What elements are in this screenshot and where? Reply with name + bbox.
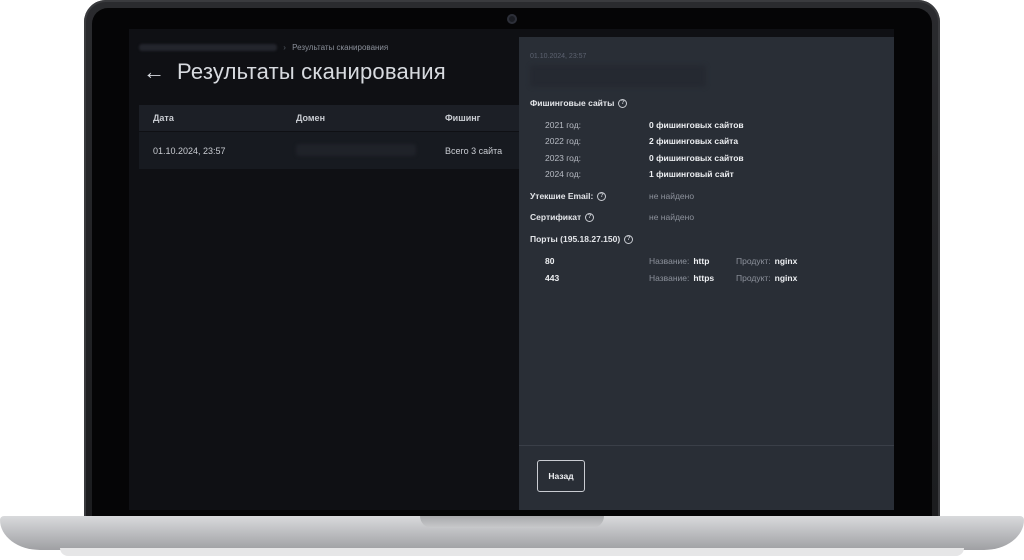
port-name-value: https	[693, 273, 715, 283]
breadcrumb-hidden-path[interactable]	[139, 44, 277, 52]
year-label: 2023 год:	[545, 153, 582, 163]
phishing-title-text: Фишинговые сайты	[530, 98, 615, 108]
year-value: 0 фишинговых сайтов	[649, 120, 744, 130]
details-panel: 01.10.2024, 23:57 Фишинговые сайты ? 202…	[519, 37, 894, 510]
column-header-domain: Домен	[296, 113, 325, 123]
details-date: 01.10.2024, 23:57	[530, 53, 587, 60]
laptop-base-notch	[420, 516, 604, 528]
question-circle-icon[interactable]: ?	[624, 234, 634, 244]
page-title: Результаты сканирования	[177, 59, 446, 84]
details-domain-redacted	[530, 65, 706, 87]
page-header: ← Результаты сканирования	[143, 59, 446, 85]
port-product-label: Продукт:	[736, 256, 771, 266]
breadcrumb: › Результаты сканирования	[139, 43, 388, 52]
port-number: 443	[545, 273, 560, 283]
port-name: Название: https	[649, 273, 714, 283]
question-circle-icon[interactable]: ?	[618, 98, 628, 108]
column-header-date: Дата	[153, 113, 174, 123]
app-screen: › Результаты сканирования ← Результаты с…	[129, 29, 894, 510]
table-row[interactable]: 01.10.2024, 23:57 Всего 3 сайта	[139, 131, 519, 169]
port-product-value: nginx	[774, 256, 798, 266]
port-number: 80	[545, 256, 555, 266]
leaked-emails-text: Утекшие Email:	[530, 191, 594, 201]
year-label: 2022 год:	[545, 136, 582, 146]
arrow-left-icon[interactable]: ←	[143, 61, 165, 83]
year-value: 0 фишинговых сайтов	[649, 153, 744, 163]
year-label: 2024 год:	[545, 169, 582, 179]
port-product-label: Продукт:	[736, 273, 771, 283]
footer-divider	[519, 445, 894, 446]
cell-domain	[280, 143, 429, 158]
question-circle-icon[interactable]: ?	[585, 212, 595, 222]
question-circle-icon[interactable]: ?	[597, 191, 607, 201]
year-value: 1 фишинговый сайт	[649, 169, 734, 179]
port-name-label: Название:	[649, 256, 690, 266]
certificate-label: Сертификат ?	[530, 212, 595, 222]
port-name: Название: http	[649, 256, 709, 266]
ports-title-text: Порты (195.18.27.150)	[530, 234, 621, 244]
year-label: 2021 год:	[545, 120, 582, 130]
results-pane: › Результаты сканирования ← Результаты с…	[129, 29, 519, 510]
certificate-value: не найдено	[649, 212, 695, 222]
port-product-value: nginx	[774, 273, 798, 283]
leaked-emails-label: Утекшие Email: ?	[530, 191, 607, 201]
camera	[507, 14, 517, 24]
back-button[interactable]: Назад	[537, 460, 585, 492]
breadcrumb-current: Результаты сканирования	[292, 43, 389, 52]
leaked-emails-value: не найдено	[649, 191, 695, 201]
port-name-value: http	[693, 256, 710, 266]
domain-redacted	[296, 143, 416, 156]
port-name-label: Название:	[649, 273, 690, 283]
year-value: 2 фишинговых сайта	[649, 136, 739, 146]
cell-phishing: Всего 3 сайта	[445, 145, 503, 156]
port-product: Продукт: nginx	[736, 273, 797, 283]
certificate-text: Сертификат	[530, 212, 582, 222]
table-header: Дата Домен Фишинг	[139, 105, 519, 131]
ports-section-title: Порты (195.18.27.150) ?	[530, 234, 634, 244]
breadcrumb-separator-icon: ›	[283, 43, 286, 52]
phishing-section-title: Фишинговые сайты ?	[530, 98, 628, 108]
cell-date: 01.10.2024, 23:57	[153, 145, 226, 156]
port-product: Продукт: nginx	[736, 256, 797, 266]
column-header-phishing: Фишинг	[445, 113, 481, 123]
laptop-base-edge	[60, 548, 964, 556]
results-table: Дата Домен Фишинг 01.10.2024, 23:57 Всег…	[139, 105, 519, 169]
